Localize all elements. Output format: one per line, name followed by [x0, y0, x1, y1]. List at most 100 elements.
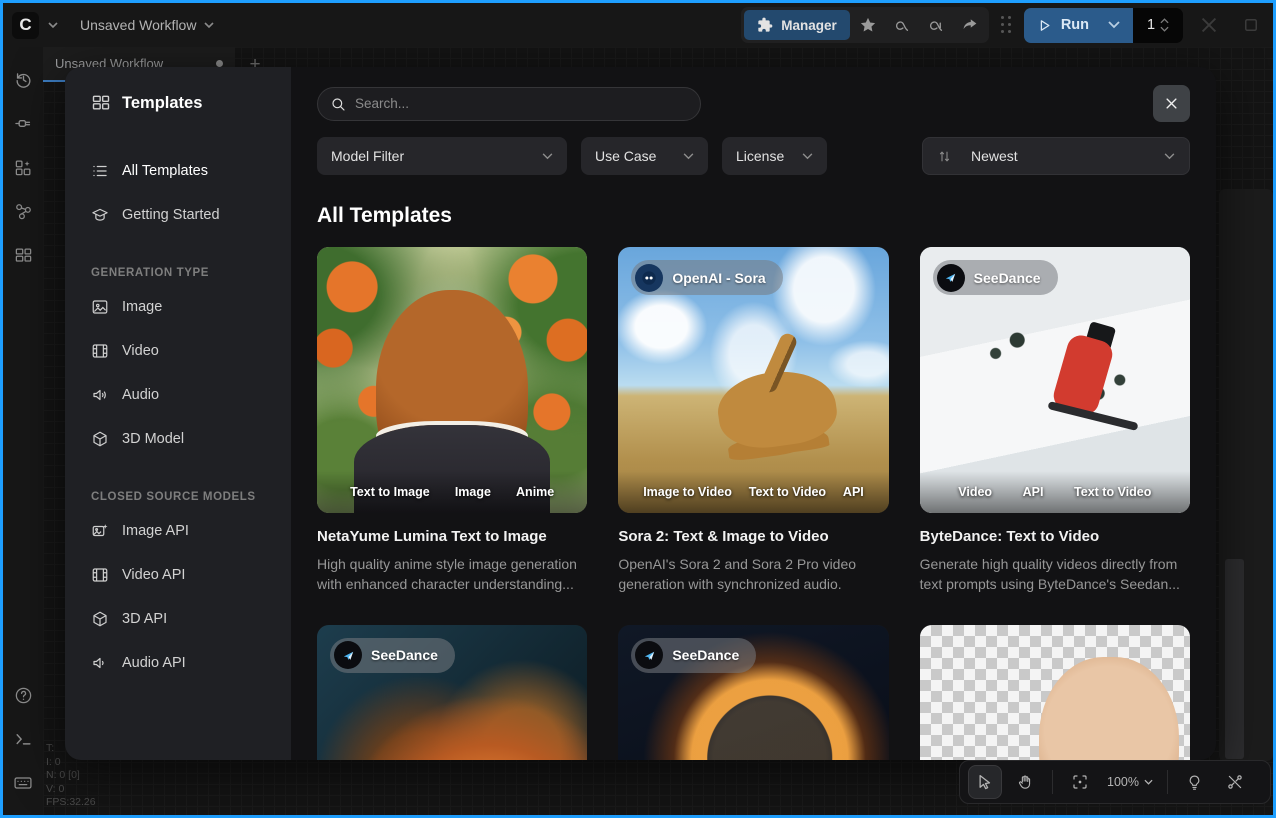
- model-filter-dropdown[interactable]: Model Filter: [317, 137, 567, 175]
- template-title: NetaYume Lumina Text to Image: [317, 528, 587, 545]
- sidebar-item-all-templates[interactable]: All Templates: [91, 149, 271, 193]
- help-button[interactable]: [3, 673, 43, 717]
- seedance-logo-icon: [334, 641, 362, 669]
- hand-icon: [1016, 773, 1034, 791]
- workflow-title-menu[interactable]: Unsaved Workflow: [80, 17, 214, 33]
- sidebar-item-getting-started[interactable]: Getting Started: [91, 193, 271, 237]
- shortcuts-button[interactable]: [3, 761, 43, 805]
- sidebar-item-image-api[interactable]: Image API: [91, 509, 271, 553]
- provider-badge: SeeDance: [933, 260, 1058, 295]
- film-icon: [91, 342, 109, 360]
- zoom-level-value: 100%: [1107, 775, 1139, 789]
- sidebar-item-3d-api[interactable]: 3D API: [91, 597, 271, 641]
- fit-view-button[interactable]: [1063, 765, 1097, 799]
- run-group: Run 1: [1024, 8, 1183, 43]
- chevron-down-icon: [542, 153, 553, 160]
- run-options-chevron-icon[interactable]: [1108, 21, 1120, 29]
- workflow-title: Unsaved Workflow: [80, 17, 196, 33]
- model-library-button[interactable]: [3, 145, 43, 189]
- sidebar-item-video-api[interactable]: Video API: [91, 553, 271, 597]
- seedance-logo-icon: [937, 264, 965, 292]
- workflow-title-chevron-icon: [204, 22, 214, 29]
- template-thumbnail: SeeDance: [317, 625, 587, 760]
- template-card-sora2[interactable]: OpenAI - Sora Image to Video Text to Vid…: [618, 247, 888, 595]
- node-map-button[interactable]: [3, 189, 43, 233]
- share-button[interactable]: [954, 10, 986, 40]
- manager-button[interactable]: Manager: [744, 10, 850, 40]
- toggle-links-button[interactable]: [1218, 765, 1252, 799]
- canvas-toolbar: 100%: [959, 760, 1271, 804]
- logo-menu-chevron-icon[interactable]: [48, 22, 58, 29]
- templates-rail-button[interactable]: [3, 233, 43, 277]
- template-thumbnail: Text to Image Image Anime: [317, 247, 587, 513]
- square-icon: [1242, 16, 1260, 34]
- sidebar-item-video[interactable]: Video: [91, 329, 271, 373]
- tag: Text to Image: [350, 485, 430, 499]
- sidebar-item-audio[interactable]: Audio: [91, 373, 271, 417]
- toolbar-divider: [1052, 770, 1053, 794]
- comfyui-logo[interactable]: C: [12, 12, 39, 39]
- plug-connector-icon: [14, 114, 33, 133]
- sidebar-item-audio-api[interactable]: Audio API: [91, 641, 271, 685]
- batch-count-value: 1: [1147, 17, 1155, 33]
- unsaved-dot: [216, 60, 223, 67]
- template-grid: Text to Image Image Anime NetaYume Lumin…: [317, 247, 1190, 760]
- run-button[interactable]: Run: [1024, 8, 1133, 43]
- star-icon: [859, 16, 877, 34]
- provider-badge: SeeDance: [330, 638, 455, 673]
- template-thumbnail: [920, 625, 1190, 760]
- seedance-logo-icon: [635, 641, 663, 669]
- thumbnail-art-child-checkerboard: [920, 625, 1190, 760]
- history-button[interactable]: [3, 57, 43, 101]
- section-header-generation-type: GENERATION TYPE: [91, 267, 271, 279]
- drag-handle[interactable]: [1001, 16, 1012, 34]
- section-title: All Templates: [317, 204, 1190, 228]
- left-sidebar-rail: [3, 47, 43, 815]
- toggle-theme-button[interactable]: [1178, 765, 1212, 799]
- sidebar-item-3d-model[interactable]: 3D Model: [91, 417, 271, 461]
- tag-row: Image to Video Text to Video API: [618, 471, 888, 513]
- tag: API: [1023, 485, 1044, 499]
- template-card-seedance-1[interactable]: SeeDance: [317, 625, 587, 760]
- lightbulb-icon: [1186, 774, 1203, 791]
- zoom-level-dropdown[interactable]: 100%: [1103, 775, 1157, 789]
- stepper-arrows[interactable]: [1160, 18, 1169, 32]
- sort-dropdown[interactable]: Newest: [922, 137, 1190, 175]
- sidebar-item-image[interactable]: Image: [91, 285, 271, 329]
- terminal-icon: [14, 730, 33, 749]
- run-button-label: Run: [1061, 17, 1089, 33]
- templates-layout-icon: [14, 246, 33, 265]
- tag-row: Video API Text to Video: [920, 471, 1190, 513]
- template-thumbnail: SeeDance Video API Text to Video: [920, 247, 1190, 513]
- tag: Image to Video: [643, 485, 732, 499]
- stop-button[interactable]: [1235, 10, 1267, 40]
- search-input[interactable]: [355, 96, 688, 111]
- list-icon: [91, 162, 109, 180]
- license-dropdown[interactable]: License: [722, 137, 827, 175]
- use-case-dropdown[interactable]: Use Case: [581, 137, 708, 175]
- template-thumbnail: SeeDance: [618, 625, 888, 760]
- film-icon: [91, 566, 109, 584]
- cursor-icon: [976, 773, 994, 791]
- select-tool-button[interactable]: [968, 765, 1002, 799]
- assistant-right-button[interactable]: [920, 10, 952, 40]
- tag: Video: [958, 485, 992, 499]
- terminal-button[interactable]: [3, 717, 43, 761]
- template-card-transparent[interactable]: [920, 625, 1190, 760]
- template-card-seedance-2[interactable]: SeeDance: [618, 625, 888, 760]
- batch-count-stepper[interactable]: 1: [1133, 8, 1183, 43]
- pan-tool-button[interactable]: [1008, 765, 1042, 799]
- interrupt-button[interactable]: [1193, 10, 1225, 40]
- template-description: OpenAI's Sora 2 and Sora 2 Pro video gen…: [618, 554, 888, 595]
- templates-sidebar-title: Templates: [91, 93, 271, 113]
- favorites-button[interactable]: [852, 10, 884, 40]
- close-dialog-button[interactable]: [1153, 85, 1190, 122]
- custom-nodes-button[interactable]: [3, 101, 43, 145]
- template-card-bytedance[interactable]: SeeDance Video API Text to Video ByteDan…: [920, 247, 1190, 595]
- template-search[interactable]: [317, 87, 701, 121]
- assistant-left-button[interactable]: [886, 10, 918, 40]
- template-card-netayume[interactable]: Text to Image Image Anime NetaYume Lumin…: [317, 247, 587, 595]
- graduation-cap-icon: [91, 206, 109, 224]
- chevron-down-icon: [802, 153, 813, 160]
- keyboard-icon: [13, 773, 33, 793]
